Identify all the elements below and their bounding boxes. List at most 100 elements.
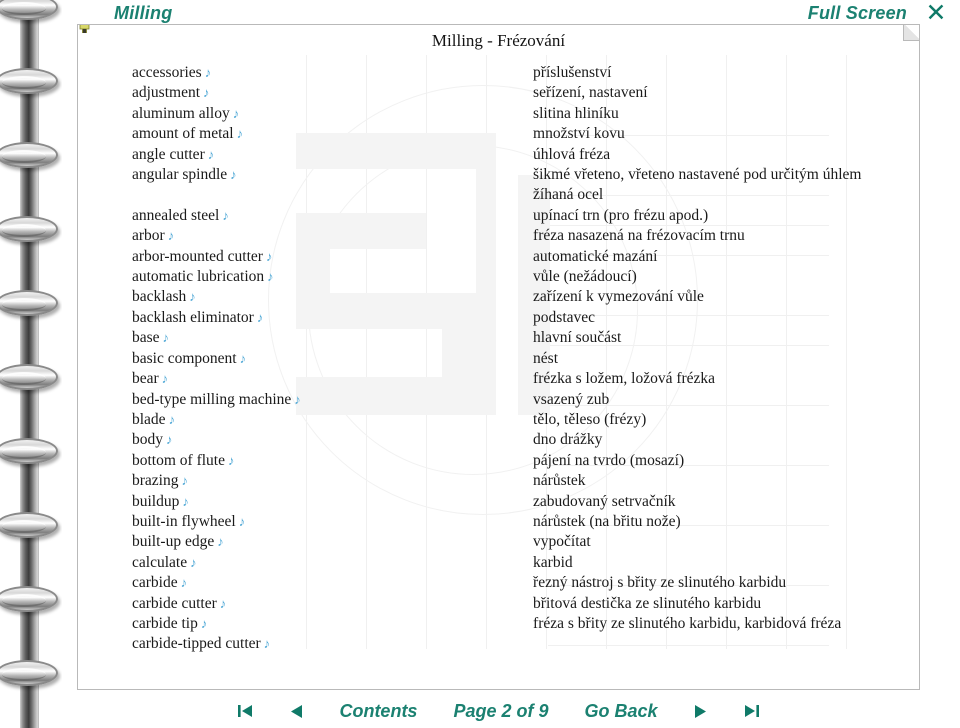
glossary-translation-cs: řezný nástroj s břity ze slinutého karbi… bbox=[533, 574, 787, 592]
audio-note-icon[interactable]: ♪ bbox=[165, 228, 174, 243]
pdf-viewer-page: Milling Full Screen ✕ Milling - Frézován… bbox=[0, 0, 960, 728]
audio-note-icon[interactable]: ♪ bbox=[205, 147, 214, 162]
audio-note-icon[interactable]: ♪ bbox=[234, 126, 243, 141]
glossary-term-en: bed-type milling machine ♪ bbox=[132, 390, 479, 410]
glossary-translation-cs: břitová destička ze slinutého karbidu bbox=[533, 594, 762, 612]
binding-ring bbox=[0, 290, 58, 316]
glossary-translation-cs: nést bbox=[533, 349, 559, 367]
audio-note-icon[interactable]: ♪ bbox=[227, 167, 236, 182]
audio-note-icon[interactable]: ♪ bbox=[166, 412, 175, 427]
term-text: built-in flywheel bbox=[132, 512, 236, 530]
glossary-translation-cs: zabudovaný setrvačník bbox=[533, 492, 676, 510]
audio-note-icon[interactable]: ♪ bbox=[200, 85, 209, 100]
term-text: arbor bbox=[132, 227, 165, 245]
glossary-translation-cs: příslušenství bbox=[533, 64, 612, 81]
audio-note-icon[interactable]: ♪ bbox=[263, 249, 272, 264]
glossary-translation-cs: tělo, těleso (frézy) bbox=[533, 410, 647, 428]
glossary-translation-cs: frézka s ložem, ložová frézka bbox=[533, 370, 716, 388]
contents-link[interactable]: Contents bbox=[321, 701, 435, 722]
glossary-translation-cs: zařízení k vymezování vůle bbox=[533, 288, 704, 306]
term-text: automatic lubrication bbox=[132, 268, 265, 286]
audio-note-icon[interactable]: ♪ bbox=[163, 432, 172, 447]
glossary-table: accessories ♪ adjustment ♪ aluminum alloy ♪ am… bbox=[78, 25, 919, 689]
glossary-term-en: carbide ♪ bbox=[132, 573, 479, 593]
term-text: base bbox=[132, 329, 160, 347]
audio-note-icon[interactable]: ♪ bbox=[187, 555, 196, 570]
binding-ring bbox=[0, 586, 58, 612]
glossary-translation-cs: automatické mazání bbox=[533, 247, 658, 265]
audio-note-icon[interactable]: ♪ bbox=[198, 616, 207, 631]
glossary-term-en: backlash eliminator ♪ bbox=[132, 308, 479, 328]
term-text: backlash eliminator bbox=[132, 308, 254, 326]
glossary-translation-cs: seřízení, nastavení bbox=[533, 84, 648, 102]
glossary-translation-cs: vsazený zub bbox=[533, 390, 610, 408]
term-text: brazing bbox=[132, 472, 179, 490]
audio-note-icon[interactable]: ♪ bbox=[159, 371, 168, 386]
term-text: carbide cutter bbox=[132, 594, 217, 612]
audio-note-icon[interactable]: ♪ bbox=[225, 453, 234, 468]
audio-note-icon[interactable]: ♪ bbox=[291, 392, 300, 407]
audio-note-icon[interactable]: ♪ bbox=[186, 289, 195, 304]
glossary-translation-cs: množství kovu bbox=[533, 125, 625, 143]
glossary-term-en: built-up edge ♪ bbox=[132, 532, 479, 552]
first-page-icon[interactable] bbox=[219, 703, 271, 719]
binding-ring bbox=[0, 660, 58, 686]
audio-note-icon[interactable]: ♪ bbox=[179, 494, 188, 509]
term-text: carbide bbox=[132, 574, 178, 592]
audio-note-icon[interactable]: ♪ bbox=[160, 330, 169, 345]
binding-ring bbox=[0, 68, 58, 94]
glossary-term-en: bottom of flute ♪ bbox=[132, 451, 479, 471]
last-page-icon[interactable] bbox=[726, 703, 778, 719]
close-icon[interactable]: ✕ bbox=[924, 1, 948, 27]
glossary-translation-cs: nárůstek bbox=[533, 472, 586, 490]
glossary-translation-cs: úhlová fréza bbox=[533, 145, 611, 163]
glossary-translation-cs: hlavní součást bbox=[533, 329, 622, 347]
previous-page-icon[interactable] bbox=[271, 704, 321, 719]
glossary-translation-cs: fréza s břity ze slinutého karbidu, karb… bbox=[533, 614, 842, 632]
full-screen-link[interactable]: Full Screen bbox=[808, 3, 907, 24]
glossary-term-en: arbor-mounted cutter ♪ bbox=[132, 247, 479, 267]
audio-note-icon[interactable]: ♪ bbox=[254, 310, 263, 325]
glossary-translation-cs: fréza nasazená na frézovacím trnu bbox=[533, 227, 745, 245]
term-text: carbide-tipped cutter bbox=[132, 635, 261, 653]
term-text: bottom of flute bbox=[132, 451, 225, 469]
audio-note-icon[interactable]: ♪ bbox=[217, 596, 226, 611]
audio-note-icon[interactable]: ♪ bbox=[178, 473, 187, 488]
glossary-translation-cs: karbid bbox=[533, 553, 573, 571]
audio-note-icon[interactable]: ♪ bbox=[264, 269, 273, 284]
binding-ring bbox=[0, 438, 58, 464]
glossary-term-en: backlash ♪ bbox=[132, 287, 479, 307]
glossary-translation-cs: nárůstek (na břitu nože) bbox=[533, 512, 681, 530]
glossary-translation-cs: upínací trn (pro frézu apod.) bbox=[533, 206, 709, 224]
audio-note-icon[interactable]: ♪ bbox=[219, 208, 228, 223]
glossary-term-en: built-in flywheel ♪ bbox=[132, 512, 479, 532]
audio-note-icon[interactable]: ♪ bbox=[178, 575, 187, 590]
term-text: blade bbox=[132, 410, 166, 428]
go-back-link[interactable]: Go Back bbox=[567, 701, 676, 722]
glossary-translation-cs: vypočítat bbox=[533, 533, 591, 551]
english-terms-column: accessories ♪ adjustment ♪ aluminum alloy ♪ am… bbox=[78, 63, 479, 689]
term-text: basic component bbox=[132, 349, 237, 367]
audio-note-icon[interactable]: ♪ bbox=[202, 65, 211, 80]
audio-note-icon[interactable]: ♪ bbox=[237, 351, 246, 366]
page-indicator: Page 2 of 9 bbox=[453, 700, 549, 721]
glossary-term-en: brazing ♪ bbox=[132, 471, 479, 491]
glossary-term-en: blade ♪ bbox=[132, 410, 479, 430]
glossary-term-en: arbor ♪ bbox=[132, 226, 479, 246]
page-navigation-bar: Contents Page 2 of 9 Go Back bbox=[77, 694, 920, 728]
spiral-binding bbox=[0, 0, 62, 728]
glossary-term-en: body ♪ bbox=[132, 430, 479, 450]
binding-ring bbox=[0, 0, 58, 20]
document-title-link[interactable]: Milling bbox=[114, 3, 172, 24]
next-page-icon[interactable] bbox=[676, 704, 726, 719]
audio-note-icon[interactable]: ♪ bbox=[214, 534, 223, 549]
glossary-term-en: amount of metal ♪ bbox=[132, 124, 479, 144]
term-text: built-up edge bbox=[132, 533, 215, 551]
audio-note-icon[interactable]: ♪ bbox=[230, 106, 239, 121]
audio-note-icon[interactable]: ♪ bbox=[236, 514, 245, 529]
glossary-term-en: bear ♪ bbox=[132, 369, 479, 389]
page-title: Milling - Frézování bbox=[431, 31, 566, 50]
audio-note-icon[interactable]: ♪ bbox=[261, 636, 270, 651]
binding-ring bbox=[0, 364, 58, 390]
glossary-translation-cs: šikmé vřeteno, vřeteno nastavené pod urč… bbox=[533, 166, 862, 184]
